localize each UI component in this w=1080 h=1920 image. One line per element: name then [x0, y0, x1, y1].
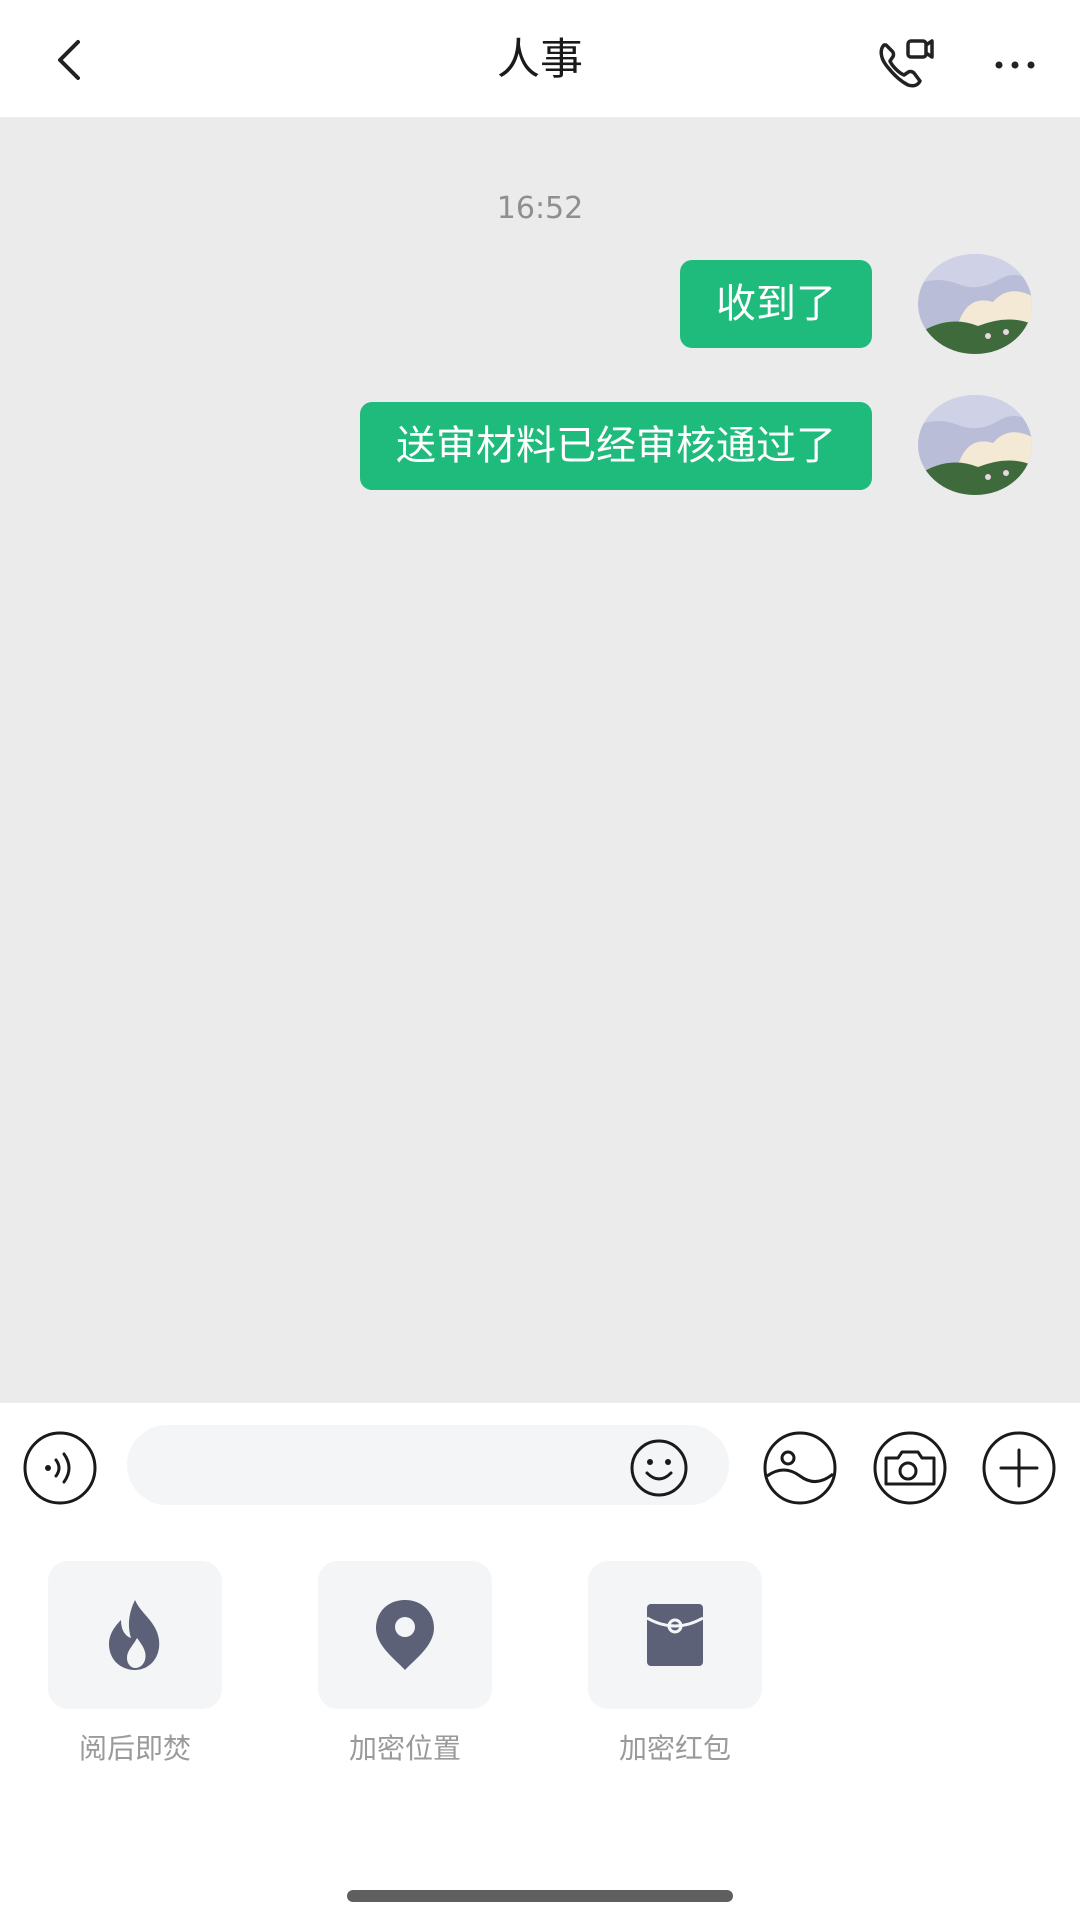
function-tile[interactable]: [318, 1561, 492, 1709]
function-tile[interactable]: [48, 1561, 222, 1709]
phone-video-icon: [879, 39, 934, 88]
more-button[interactable]: [985, 40, 1045, 90]
chat-screen: 人事 16:52 收到了 送审材料已经审核通过了 阅后即焚 加密位置 加密红包: [0, 0, 1080, 1920]
input-bar: [0, 1403, 1080, 1523]
message-bubble[interactable]: 收到了: [680, 260, 872, 348]
voice-button[interactable]: [22, 1430, 98, 1506]
function-label: 阅后即焚: [78, 1732, 191, 1765]
image-button[interactable]: [762, 1430, 838, 1506]
location-pin-icon: [376, 1600, 434, 1670]
image-icon: [763, 1431, 837, 1505]
function-label: 加密位置: [348, 1732, 461, 1765]
emoji-icon: [630, 1439, 688, 1497]
message-timestamp: 16:52: [496, 191, 584, 226]
call-button[interactable]: [872, 30, 938, 96]
function-label: 加密红包: [618, 1732, 731, 1765]
camera-icon: [873, 1431, 947, 1505]
function-panel: 阅后即焚 加密位置 加密红包: [0, 1523, 1080, 1920]
emoji-button[interactable]: [628, 1437, 690, 1499]
burn-after-reading-item[interactable]: 阅后即焚: [48, 1561, 222, 1769]
function-tile[interactable]: [588, 1561, 762, 1709]
header-bar: 人事: [0, 0, 1080, 117]
flame-icon: [109, 1600, 160, 1670]
avatar[interactable]: [918, 254, 1032, 354]
plus-icon: [982, 1431, 1056, 1505]
avatar[interactable]: [918, 395, 1032, 495]
home-indicator[interactable]: [347, 1890, 733, 1902]
encrypted-location-item[interactable]: 加密位置: [318, 1561, 492, 1769]
plus-button[interactable]: [981, 1430, 1057, 1506]
camera-button[interactable]: [872, 1430, 948, 1506]
encrypted-red-packet-item[interactable]: 加密红包: [588, 1561, 762, 1769]
voice-icon: [23, 1431, 97, 1505]
ellipsis-icon: [995, 61, 1035, 69]
message-list[interactable]: 16:52 收到了 送审材料已经审核通过了: [0, 117, 1080, 1403]
message-bubble[interactable]: 送审材料已经审核通过了: [360, 402, 872, 490]
red-packet-icon: [646, 1604, 704, 1666]
